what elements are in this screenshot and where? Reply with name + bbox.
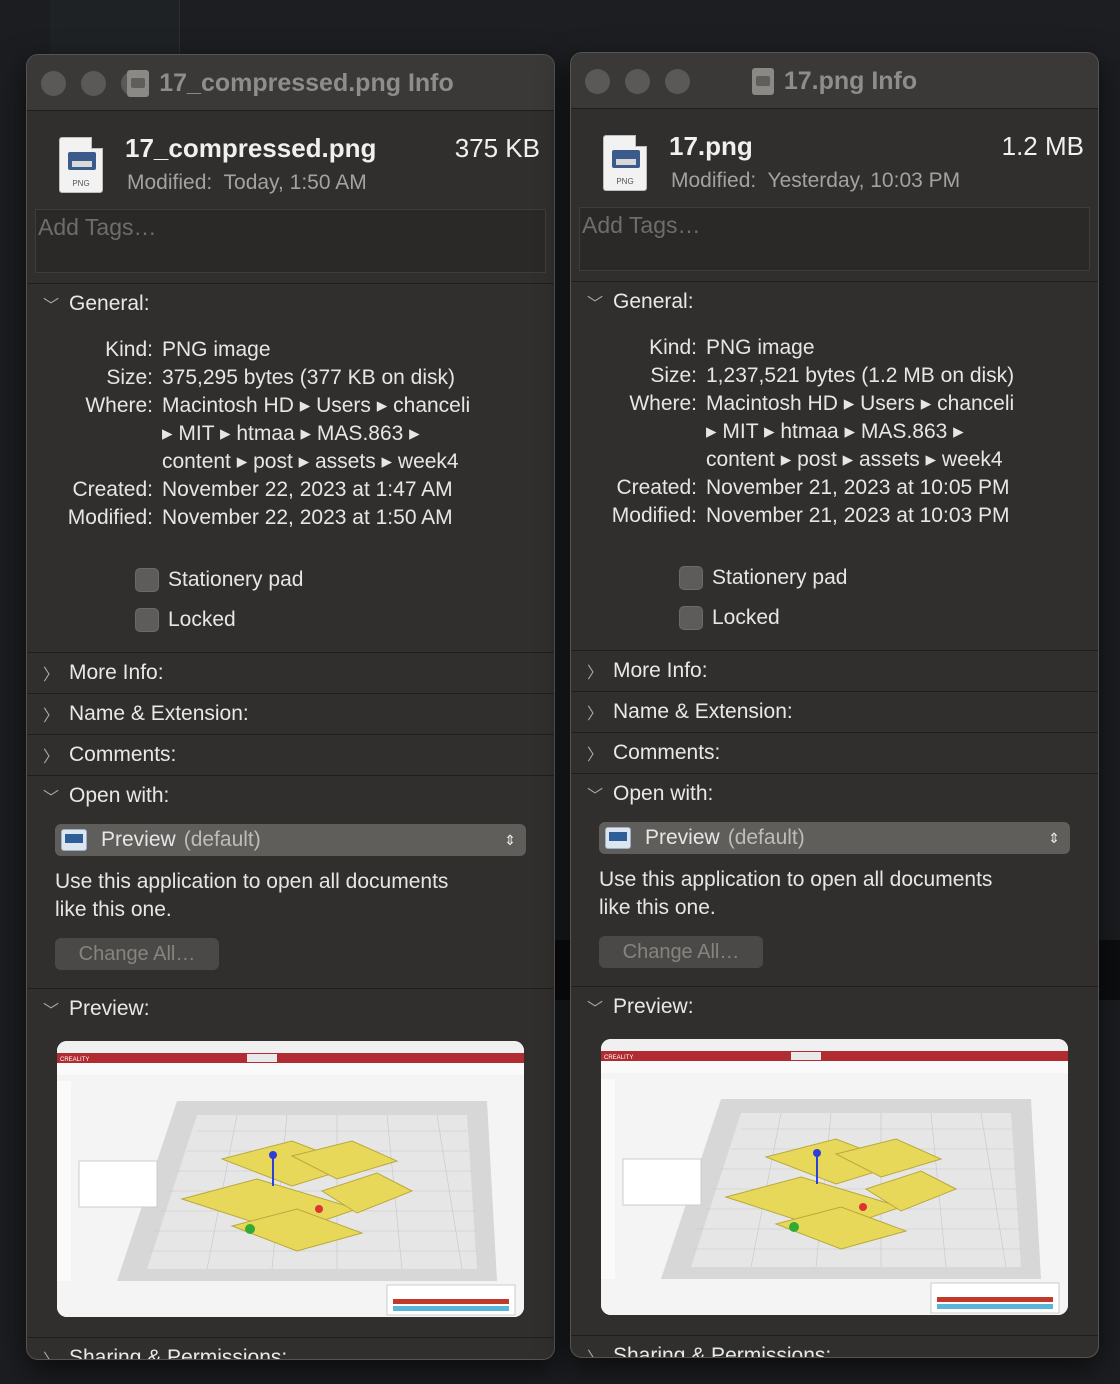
general-section: ﹀ General: Kind: PNG image Size: 1,237,521 … bbox=[571, 281, 1098, 650]
background-panel bbox=[180, 0, 1120, 60]
preview-app-icon bbox=[61, 829, 87, 851]
background-panel bbox=[1098, 940, 1120, 1000]
window-title: 17.png Info bbox=[783, 66, 918, 95]
chevron-right-icon: 〉 bbox=[587, 665, 604, 682]
created-value: November 21, 2023 at 10:05 PM bbox=[706, 476, 1010, 499]
title-bar[interactable]: 17_compressed.png Info bbox=[27, 55, 554, 111]
chevron-down-icon: ﹀ bbox=[587, 788, 604, 805]
open-with-disclosure[interactable]: ﹀ Open with: bbox=[27, 776, 554, 816]
chevron-right-icon: 〉 bbox=[43, 708, 60, 725]
preview-thumbnail: CREALITY bbox=[57, 1041, 524, 1317]
chevron-right-icon: 〉 bbox=[587, 747, 604, 764]
change-all-button[interactable]: Change All… bbox=[599, 936, 763, 968]
open-with-popup[interactable]: Preview (default) ⇕ bbox=[55, 824, 526, 856]
chevron-down-icon: ﹀ bbox=[587, 296, 604, 313]
chevron-right-icon: 〉 bbox=[587, 706, 604, 723]
locked-checkbox[interactable]: Locked bbox=[679, 598, 1098, 638]
kind-value: PNG image bbox=[162, 338, 271, 361]
tags-field[interactable]: Add Tags… bbox=[579, 207, 1090, 271]
document-icon bbox=[751, 67, 774, 95]
chevron-right-icon: 〉 bbox=[43, 1346, 69, 1359]
file-name: 17_compressed.png bbox=[125, 133, 377, 163]
modified-value: November 21, 2023 at 10:03 PM bbox=[706, 504, 1010, 527]
chevron-down-icon: ﹀ bbox=[587, 1001, 604, 1018]
chevron-down-icon: ﹀ bbox=[43, 790, 60, 807]
popup-arrows-icon: ⇕ bbox=[504, 831, 516, 848]
file-size: 1.2 MB bbox=[1001, 131, 1084, 161]
popup-arrows-icon: ⇕ bbox=[1048, 829, 1060, 846]
modified-summary: Modified: Yesterday, 10:03 PM bbox=[671, 169, 961, 192]
modified-value: November 22, 2023 at 1:50 AM bbox=[162, 506, 453, 529]
sharing-permissions-disclosure[interactable]: 〉Sharing & Permissions: bbox=[27, 1338, 554, 1359]
window-title: 17_compressed.png Info bbox=[159, 68, 454, 97]
file-size: 375 KB bbox=[454, 133, 540, 163]
file-header: PNG 17_compressed.png 375 KB Modified: T… bbox=[27, 111, 554, 205]
general-disclosure[interactable]: ﹀ General: bbox=[571, 282, 1098, 322]
open-with-description: Use this application to open all documen… bbox=[599, 868, 993, 919]
size-value: 1,237,521 bytes (1.2 MB on disk) bbox=[706, 364, 1015, 387]
svg-text:CREALITY: CREALITY bbox=[60, 1057, 89, 1063]
preview-disclosure[interactable]: ﹀ Preview: bbox=[571, 987, 1098, 1027]
where-value: Macintosh HD ▸ Users ▸ chanceli bbox=[162, 394, 471, 417]
size-value: 375,295 bytes (377 KB on disk) bbox=[162, 366, 456, 389]
kind-value: PNG image bbox=[706, 336, 815, 359]
comments-disclosure[interactable]: 〉 Comments: bbox=[571, 733, 1098, 773]
created-value: November 22, 2023 at 1:47 AM bbox=[162, 478, 453, 501]
info-window-compressed: 17_compressed.png Info PNG 17_compressed… bbox=[26, 54, 555, 1360]
general-disclosure[interactable]: ﹀ General: bbox=[27, 284, 554, 324]
open-with-popup[interactable]: Preview (default) ⇕ bbox=[599, 822, 1070, 854]
chevron-right-icon: 〉 bbox=[587, 1344, 613, 1357]
general-section: ﹀ General: Kind: PNG image Size: 375,295 by… bbox=[27, 283, 554, 652]
chevron-right-icon: 〉 bbox=[43, 749, 60, 766]
modified-summary: Modified: Today, 1:50 AM bbox=[127, 171, 367, 194]
open-with-section: ﹀ Open with: Preview (default) ⇕ Use this … bbox=[571, 773, 1098, 986]
preview-section: ﹀ Preview: CREALITY bbox=[27, 988, 554, 1337]
more-info-disclosure[interactable]: 〉 More Info: bbox=[571, 651, 1098, 691]
background-panel bbox=[50, 0, 180, 60]
stationery-pad-checkbox[interactable]: Stationery pad bbox=[135, 560, 554, 600]
stationery-pad-checkbox[interactable]: Stationery pad bbox=[679, 558, 1098, 598]
open-with-disclosure[interactable]: ﹀ Open with: bbox=[571, 774, 1098, 814]
chevron-down-icon: ﹀ bbox=[43, 1003, 60, 1020]
name-extension-disclosure[interactable]: 〉 Name & Extension: bbox=[27, 694, 554, 734]
info-window-original: 17.png Info PNG 17.png 1.2 MB Modified: … bbox=[570, 52, 1099, 1358]
more-info-disclosure[interactable]: 〉 More Info: bbox=[27, 653, 554, 693]
document-icon bbox=[127, 69, 150, 97]
where-value: Macintosh HD ▸ Users ▸ chanceli bbox=[706, 392, 1015, 415]
change-all-button[interactable]: Change All… bbox=[55, 938, 219, 970]
chevron-down-icon: ﹀ bbox=[43, 298, 60, 315]
file-header: PNG 17.png 1.2 MB Modified: Yesterday, 1… bbox=[571, 109, 1098, 203]
svg-text:CREALITY: CREALITY bbox=[604, 1055, 633, 1061]
preview-disclosure[interactable]: ﹀ Preview: bbox=[27, 989, 554, 1029]
png-file-icon: PNG bbox=[603, 135, 647, 191]
tags-field[interactable]: Add Tags… bbox=[35, 209, 546, 273]
comments-disclosure[interactable]: 〉 Comments: bbox=[27, 735, 554, 775]
preview-app-icon bbox=[605, 827, 631, 849]
locked-checkbox[interactable]: Locked bbox=[135, 600, 554, 640]
open-with-description: Use this application to open all documen… bbox=[55, 870, 449, 921]
title-bar[interactable]: 17.png Info bbox=[571, 53, 1098, 109]
png-file-icon: PNG bbox=[59, 137, 103, 193]
name-extension-disclosure[interactable]: 〉 Name & Extension: bbox=[571, 692, 1098, 732]
file-name: 17.png bbox=[669, 131, 753, 161]
open-with-section: ﹀ Open with: Preview (default) ⇕ Use this … bbox=[27, 775, 554, 988]
chevron-right-icon: 〉 bbox=[43, 667, 60, 684]
preview-section: ﹀ Preview: CREALITY bbox=[571, 986, 1098, 1335]
sharing-permissions-disclosure[interactable]: 〉Sharing & Permissions: bbox=[571, 1336, 1098, 1357]
preview-thumbnail: CREALITY bbox=[601, 1039, 1068, 1315]
